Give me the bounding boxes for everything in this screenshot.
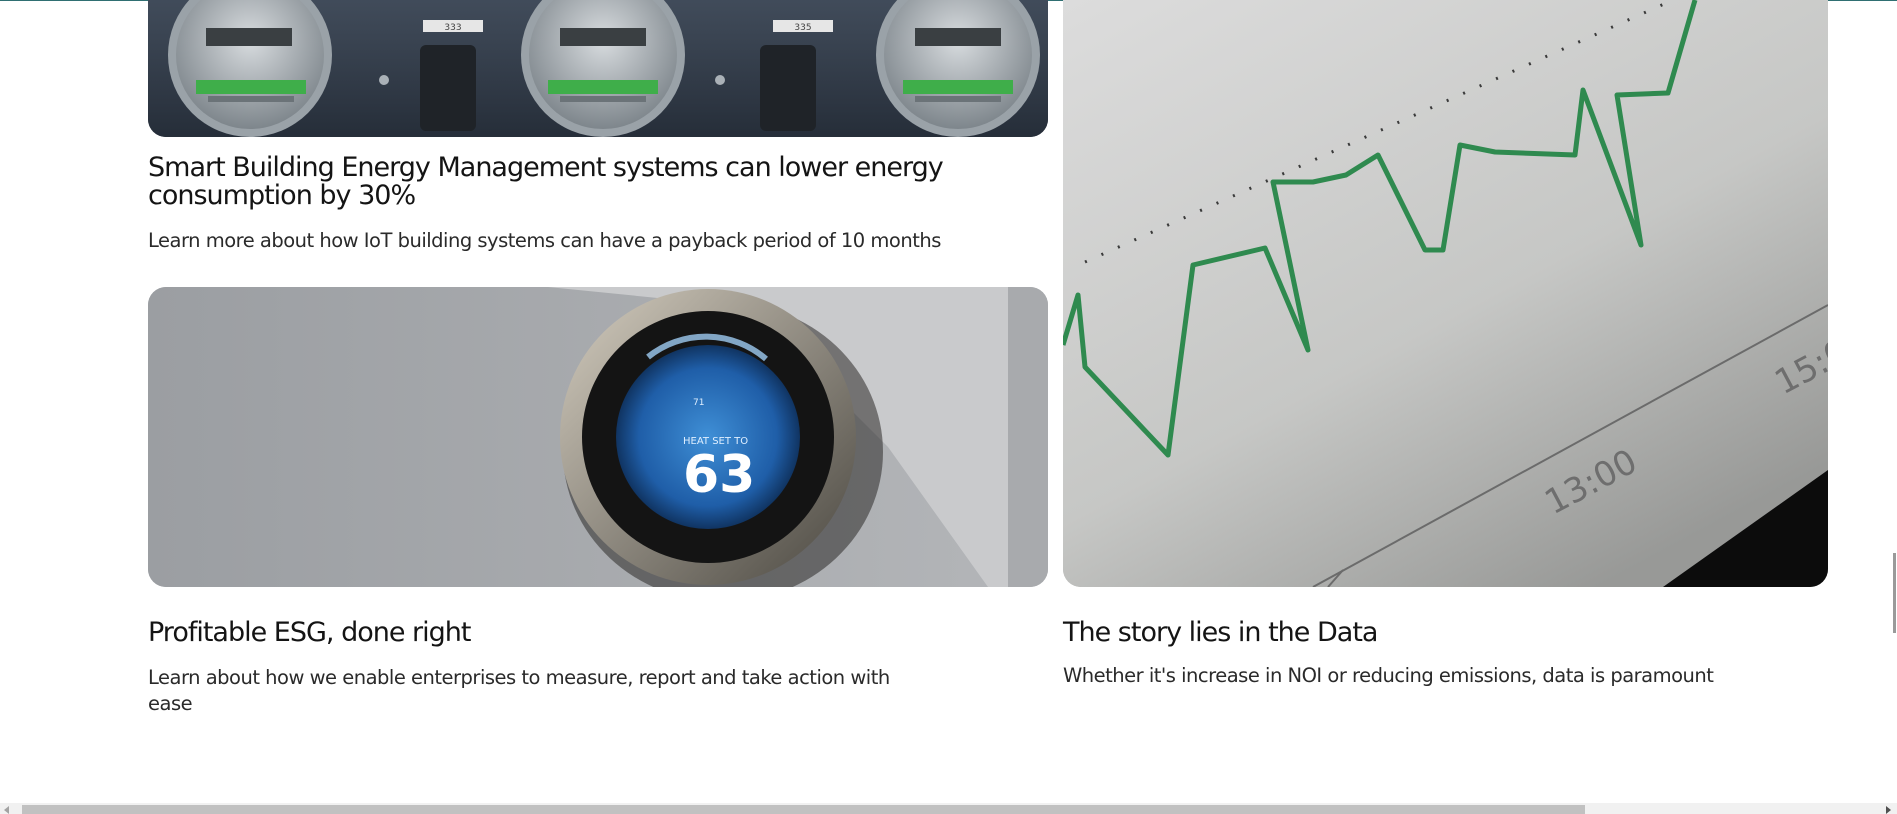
stock-chart-image[interactable]: 13:00 15:00 — [1063, 0, 1828, 587]
card-description: Learn more about how IoT building system… — [148, 229, 941, 252]
meter-unit-label: 335 — [794, 23, 811, 33]
thermostat-setpoint: 63 — [683, 445, 755, 505]
electric-meters-image[interactable]: 333 335 — [148, 0, 1048, 137]
chart-photo-illustration: 13:00 15:00 — [1063, 0, 1828, 587]
horizontal-scrollbar-thumb[interactable] — [22, 805, 1585, 814]
horizontal-scrollbar[interactable] — [0, 803, 1897, 814]
scroll-left-arrow-icon[interactable] — [4, 806, 9, 814]
card-description: Whether it's increase in NOI or reducing… — [1063, 664, 1714, 687]
meters-photo-illustration: 333 335 — [148, 0, 1048, 137]
card-title[interactable]: The story lies in the Data — [1063, 619, 1763, 647]
vertical-scrollbar-thumb[interactable] — [1893, 553, 1896, 633]
thermostat-photo-illustration: HEAT SET TO 63 71 — [148, 287, 1048, 587]
card-title[interactable]: Profitable ESG, done right — [148, 619, 848, 647]
card-description: Learn about how we enable enterprises to… — [148, 666, 890, 715]
scroll-right-arrow-icon[interactable] — [1886, 806, 1891, 814]
thermostat-current-temp: 71 — [693, 398, 704, 408]
meter-unit-label: 333 — [444, 23, 461, 33]
smart-thermostat-image[interactable]: HEAT SET TO 63 71 — [148, 287, 1048, 587]
card-title[interactable]: Smart Building Energy Management systems… — [148, 154, 948, 210]
